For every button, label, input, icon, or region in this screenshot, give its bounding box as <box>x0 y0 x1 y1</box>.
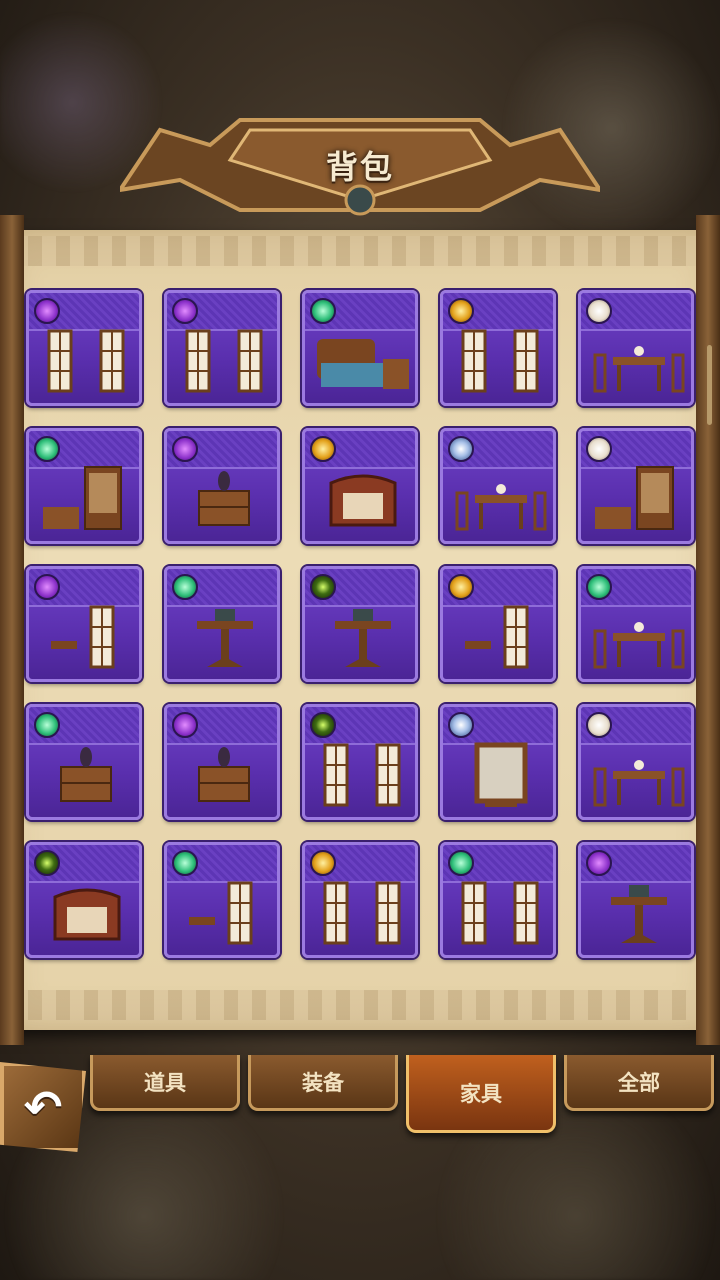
green-rarity-gem-icon <box>310 298 336 324</box>
gold-rarity-gem-icon <box>448 298 474 324</box>
back-button[interactable]: ↶ <box>0 1062 86 1152</box>
inventory-slot[interactable] <box>26 290 142 406</box>
gold-rarity-gem-icon <box>310 850 336 876</box>
inventory-slot[interactable] <box>440 428 556 544</box>
inventory-slot[interactable] <box>578 842 694 958</box>
inventory-slot[interactable] <box>578 704 694 820</box>
armchair-icon <box>329 474 397 527</box>
white-rarity-gem-icon <box>586 712 612 738</box>
gold-rarity-gem-icon <box>448 574 474 600</box>
panel-bottom-edge <box>0 990 720 1020</box>
green-rarity-gem-icon <box>34 712 60 738</box>
side-table-icon <box>611 885 667 943</box>
tab-items[interactable]: 道具 <box>90 1055 240 1111</box>
category-tabs: 道具 装备 家具 全部 <box>90 1055 714 1133</box>
tab-equipment[interactable]: 装备 <box>248 1055 398 1111</box>
dark-rarity-gem-icon <box>310 712 336 738</box>
purple-rarity-gem-icon <box>34 574 60 600</box>
purple-rarity-gem-icon <box>172 436 198 462</box>
blue-rarity-gem-icon <box>448 436 474 462</box>
inventory-slot[interactable] <box>578 290 694 406</box>
window-icon <box>323 743 401 807</box>
page-title: 背包 <box>325 148 394 186</box>
inventory-slot[interactable] <box>26 842 142 958</box>
window-icon <box>185 329 263 393</box>
window-small-icon <box>51 605 115 669</box>
window-small-icon <box>189 881 253 945</box>
dining-set-icon <box>593 346 685 393</box>
inventory-slot[interactable] <box>164 704 280 820</box>
dark-rarity-gem-icon <box>34 850 60 876</box>
nightstand-icon <box>198 471 250 526</box>
purple-rarity-gem-icon <box>172 298 198 324</box>
tab-furniture[interactable]: 家具 <box>406 1055 556 1133</box>
panel-frame-left <box>0 215 24 1045</box>
panel-top-edge <box>0 236 720 266</box>
purple-rarity-gem-icon <box>34 298 60 324</box>
nightstand-icon <box>198 747 250 802</box>
dining-set-icon <box>455 484 547 531</box>
green-rarity-gem-icon <box>34 436 60 462</box>
scrollbar[interactable] <box>707 345 712 425</box>
inventory-slot[interactable] <box>440 704 556 820</box>
dark-rarity-gem-icon <box>310 574 336 600</box>
back-arrow-icon: ↶ <box>23 1080 63 1134</box>
window-icon <box>47 329 125 393</box>
inventory-slot[interactable] <box>302 704 418 820</box>
inventory-slot[interactable] <box>440 290 556 406</box>
inventory-slot[interactable] <box>26 566 142 682</box>
inventory-slot[interactable] <box>302 842 418 958</box>
mirror-icon <box>474 742 528 807</box>
item-grid <box>26 290 694 958</box>
inventory-slot[interactable] <box>164 566 280 682</box>
green-rarity-gem-icon <box>172 574 198 600</box>
purple-rarity-gem-icon <box>172 712 198 738</box>
purple-rarity-gem-icon <box>586 850 612 876</box>
inventory-slot[interactable] <box>578 566 694 682</box>
tab-label: 道具 <box>144 1070 186 1095</box>
inventory-slot[interactable] <box>26 704 142 820</box>
window-icon <box>323 881 401 945</box>
armchair-icon <box>53 888 121 941</box>
side-table-icon <box>197 609 253 667</box>
window-icon <box>461 881 539 945</box>
tab-label: 装备 <box>302 1070 344 1095</box>
inventory-slot[interactable] <box>302 290 418 406</box>
tab-label: 家具 <box>460 1081 502 1106</box>
white-rarity-gem-icon <box>586 298 612 324</box>
dining-set-icon <box>593 760 685 807</box>
window-small-icon <box>465 605 529 669</box>
inventory-slot[interactable] <box>164 428 280 544</box>
dining-set-icon <box>593 622 685 669</box>
tab-label: 全部 <box>618 1070 660 1095</box>
bed-icon <box>317 339 409 389</box>
side-table-icon <box>335 609 391 667</box>
cabinet-icon <box>43 466 122 530</box>
inventory-slot[interactable] <box>26 428 142 544</box>
inventory-slot[interactable] <box>440 842 556 958</box>
inventory-slot[interactable] <box>164 842 280 958</box>
green-rarity-gem-icon <box>586 574 612 600</box>
cabinet-icon <box>595 466 674 530</box>
blue-rarity-gem-icon <box>448 712 474 738</box>
white-rarity-gem-icon <box>586 436 612 462</box>
green-rarity-gem-icon <box>172 850 198 876</box>
window-icon <box>461 329 539 393</box>
tab-all[interactable]: 全部 <box>564 1055 714 1111</box>
inventory-slot[interactable] <box>578 428 694 544</box>
green-rarity-gem-icon <box>448 850 474 876</box>
inventory-slot[interactable] <box>302 428 418 544</box>
nightstand-icon <box>60 747 112 802</box>
inventory-slot[interactable] <box>164 290 280 406</box>
inventory-slot[interactable] <box>302 566 418 682</box>
inventory-slot[interactable] <box>440 566 556 682</box>
gold-rarity-gem-icon <box>310 436 336 462</box>
panel-frame-right <box>696 215 720 1045</box>
